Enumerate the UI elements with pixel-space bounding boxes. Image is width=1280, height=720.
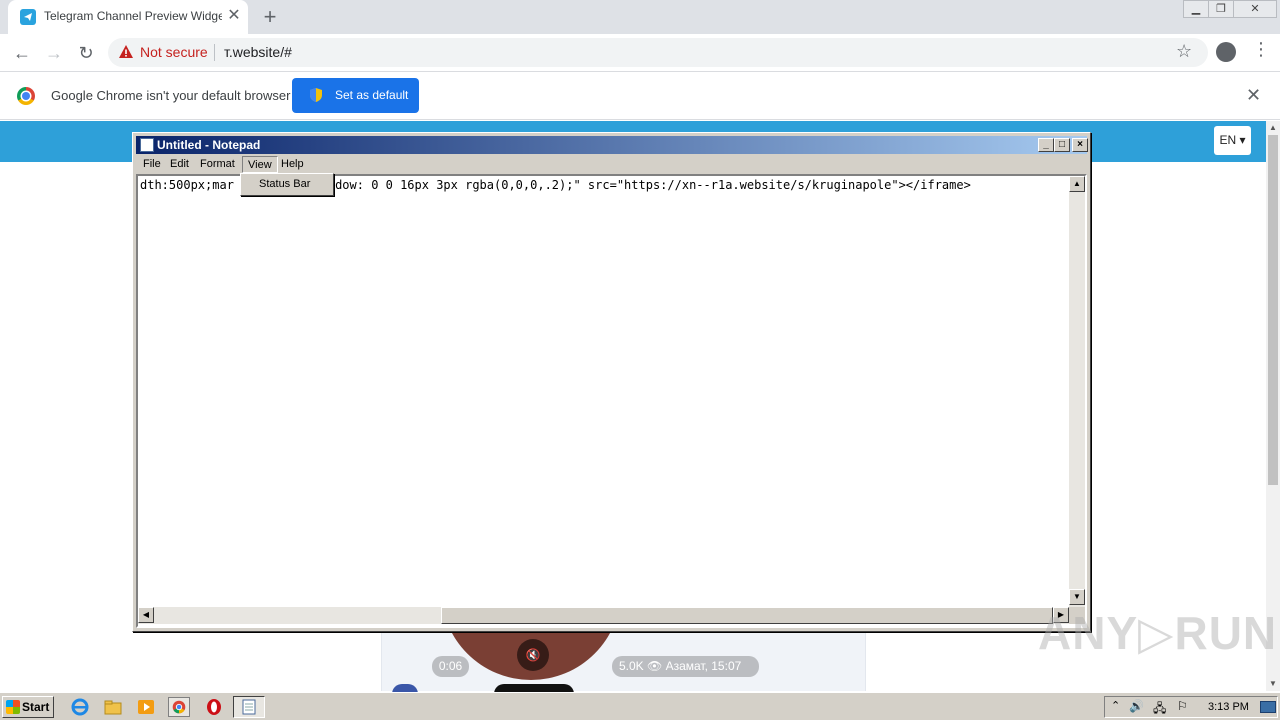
notepad-minimize-icon[interactable]: _ [1038,138,1054,152]
close-window-icon[interactable]: ✕ [1233,0,1277,18]
notepad-title: Untitled - Notepad [157,138,261,152]
anyrun-watermark: ANY▷RUN [1038,607,1278,659]
taskbar-clock[interactable]: 3:13 PM [1208,701,1249,713]
menu-file[interactable]: File [138,156,166,173]
menu-edit[interactable]: Edit [165,156,194,173]
notepad-scroll-up-icon[interactable]: ▲ [1069,176,1085,192]
minimize-icon[interactable]: ▁ [1183,0,1209,18]
notepad-vertical-scrollbar[interactable]: ▲ ▼ [1069,176,1085,607]
new-tab-button[interactable]: + [258,5,282,29]
media-player-icon[interactable] [135,697,157,717]
bookmark-star-icon[interactable]: ☆ [1176,41,1192,62]
url-text[interactable]: т.website/# [224,44,292,60]
notepad-app-icon [140,138,154,152]
menu-view[interactable]: View [242,156,278,173]
menu-kebab-icon[interactable]: ⋮ [1252,39,1270,60]
notepad-scroll-left-icon[interactable]: ◀ [138,607,154,623]
notepad-text-area[interactable]: dth:500px;mar -shadow: 0 0 16px 3px rgba… [136,174,1087,628]
set-as-default-label: Set as default [335,88,409,102]
notepad-maximize-icon[interactable]: □ [1054,138,1070,152]
opera-icon[interactable] [203,697,225,717]
url-separator [214,44,215,61]
action-center-flag-icon[interactable]: ⚐ [1177,699,1188,713]
notepad-close-icon[interactable]: × [1072,138,1088,152]
menu-help[interactable]: Help [276,156,309,173]
telegram-icon [20,9,36,25]
system-tray: ⌃ 🔊 🖧 ⚐ [1104,696,1278,718]
video-duration: 0:06 [432,656,469,677]
notepad-window: Untitled - Notepad _ □ × File Edit Forma… [132,132,1091,632]
address-bar[interactable]: Not secure т.website/# ☆ [108,38,1208,67]
volume-icon[interactable]: 🔊 [1129,699,1144,713]
notepad-taskbar-button[interactable] [233,696,265,718]
profile-avatar-icon[interactable] [1216,42,1236,62]
warning-icon [119,45,133,58]
view-dropdown-menu: Status Bar [240,173,334,196]
language-selector[interactable]: EN ▾ [1214,126,1251,155]
start-button[interactable]: Start [2,696,54,718]
default-browser-infobar: Google Chrome isn't your default browser… [0,72,1280,120]
mute-icon[interactable]: 🔇 [517,639,549,671]
chrome-logo-icon [17,87,35,105]
file-explorer-icon[interactable] [102,697,124,717]
tab-title: Telegram Channel Preview Widget G [44,9,222,23]
not-secure-label[interactable]: Not secure [140,44,208,60]
network-icon[interactable]: 🖧 [1153,699,1166,720]
notepad-title-bar[interactable]: Untitled - Notepad _ □ × [136,136,1088,154]
menu-item-status-bar[interactable]: Status Bar [244,177,330,192]
notepad-scroll-down-icon[interactable]: ▼ [1069,589,1085,605]
page-scrollbar-thumb[interactable] [1268,135,1278,485]
show-desktop-icon[interactable] [1260,701,1276,713]
infobar-message: Google Chrome isn't your default browser [51,88,291,103]
restore-icon[interactable]: ❐ [1208,0,1234,18]
scroll-down-arrow-icon[interactable]: ▼ [1266,677,1280,691]
notepad-menubar: File Edit Format View Help [136,155,1087,174]
notepad-horizontal-scrollbar[interactable]: ◀ ▶ [138,607,1069,624]
forward-arrow-icon[interactable]: → [41,40,67,66]
browser-toolbar: ← → ↻ Not secure т.website/# ☆ ⋮ [0,34,1280,72]
internet-explorer-icon[interactable] [69,697,91,717]
start-label: Start [22,700,50,714]
windows-taskbar: Start ⌃ 🔊 🖧 ⚐ 3:13 PM [0,692,1280,720]
notepad-horizontal-thumb[interactable] [441,607,1053,624]
scroll-up-arrow-icon[interactable]: ▲ [1266,121,1280,135]
back-arrow-icon[interactable]: ← [9,40,35,66]
show-hidden-icons-icon[interactable]: ⌃ [1111,699,1120,712]
reload-icon[interactable]: ↻ [73,40,99,66]
infobar-close-icon[interactable]: ✕ [1246,85,1261,106]
menu-format[interactable]: Format [195,156,240,173]
notepad-taskbar-icon [242,699,256,715]
set-as-default-button[interactable]: Set as default [292,78,419,113]
uac-shield-icon [310,88,322,102]
chrome-taskbar-icon[interactable] [168,697,190,717]
tab-close-icon[interactable]: ✕ [226,8,242,24]
windows-flag-icon [6,700,20,714]
browser-tab[interactable]: Telegram Channel Preview Widget G ✕ [8,0,248,34]
tab-strip: Telegram Channel Preview Widget G ✕ + ▁ … [0,0,1280,34]
video-views-author-time: 5.0K 👁 Азамат, 15:07 [612,656,759,677]
